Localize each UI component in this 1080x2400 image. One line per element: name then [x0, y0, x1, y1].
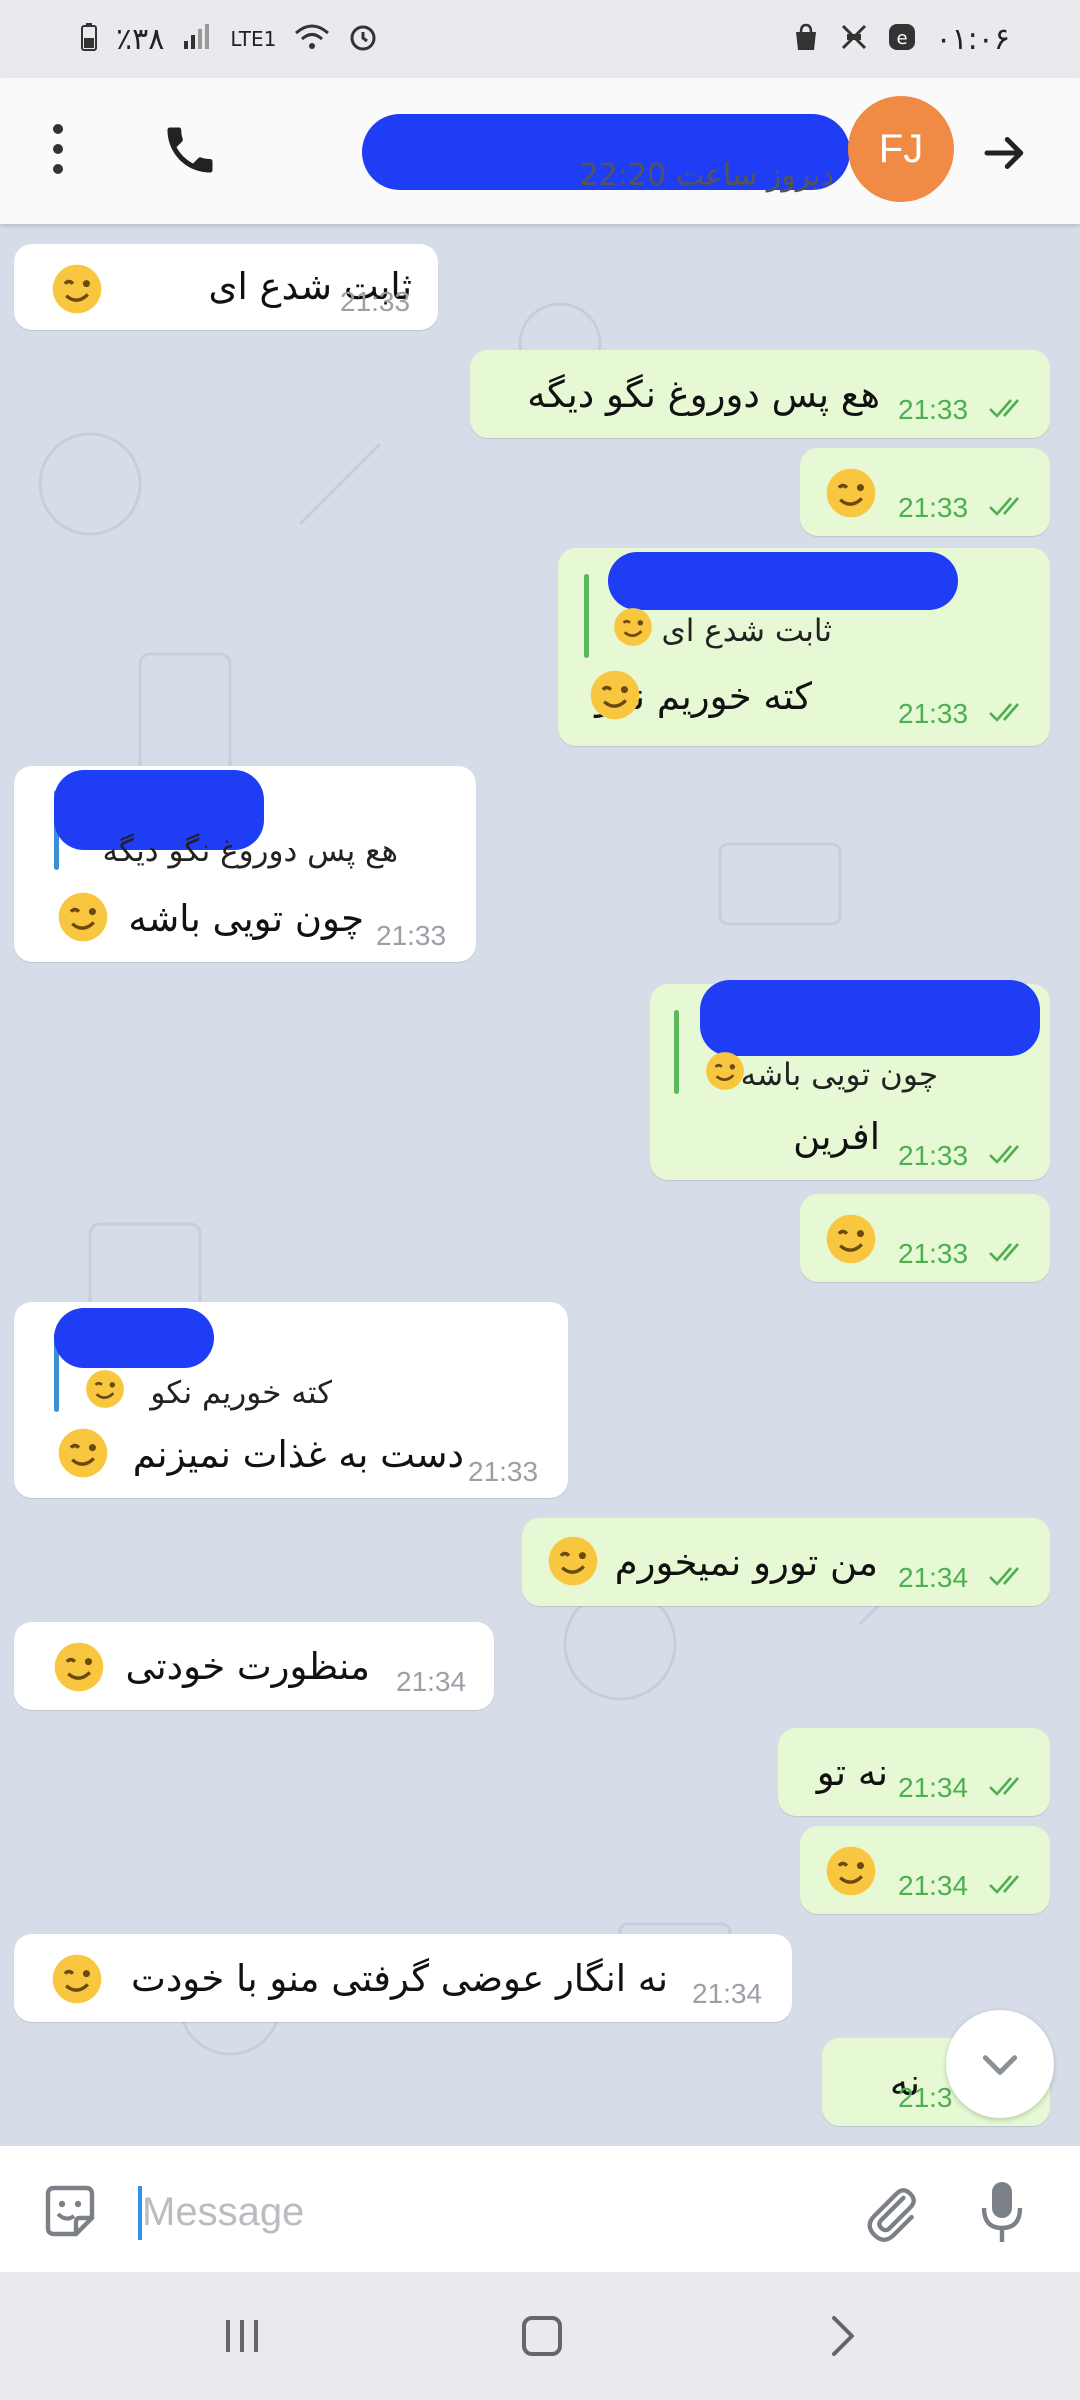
mic-icon[interactable] [980, 2178, 1024, 2246]
wink-emoji-icon [824, 466, 878, 520]
reply-quote-text: ثابت شدع ای [661, 613, 832, 649]
message-bubble-incoming[interactable]: هع پس دوروغ نگو دیگه چون تویی باشه 21:33 [14, 766, 476, 962]
wink-emoji-icon [50, 1952, 104, 2006]
signal-icon [182, 23, 212, 56]
message-bubble-incoming[interactable]: منظورت خودتی 21:34 [14, 1622, 494, 1710]
scroll-to-bottom-button[interactable] [946, 2010, 1054, 2118]
attach-icon[interactable] [858, 2180, 924, 2246]
message-text: نه انگار عوضی گرفتی منو با خودت [131, 1957, 668, 2000]
message-text: من تورو نمیخورم [614, 1541, 878, 1584]
reply-sender-redacted [700, 980, 1040, 1056]
status-clock: ۰۱:۰۶ [935, 21, 1010, 57]
wink-emoji-icon [612, 606, 654, 648]
message-text: هع پس دوروغ نگو دیگه [527, 373, 880, 416]
message-time: 21:33 [898, 1140, 969, 1171]
system-navigation-bar [0, 2272, 1080, 2400]
reply-sender-redacted [608, 552, 958, 610]
message-bubble-outgoing[interactable]: ثابت شدع ای کته خوریم نکو 21:33 [558, 548, 1050, 746]
arrow-forward-icon[interactable] [978, 126, 1032, 180]
notification-app-icon [839, 22, 869, 57]
message-bubble-outgoing[interactable]: چون تویی باشه افرین 21:33 [650, 980, 1050, 1180]
message-time: 21:33 [468, 1456, 539, 1487]
wink-emoji-icon [56, 1426, 110, 1480]
double-check-icon [989, 497, 1019, 516]
double-check-icon [989, 1567, 1019, 1586]
battery-percent: ٪۳۸ [116, 21, 165, 57]
message-time: 21:33 [340, 286, 411, 317]
double-check-icon [989, 1777, 1019, 1796]
message-bubble-incoming[interactable]: ثابت شدع ای 21:33 [14, 244, 438, 330]
chat-message-list[interactable]: ثابت شدع ای 21:33 هع پس دوروغ نگو دیگه 2… [0, 224, 1080, 2146]
message-bubble-outgoing[interactable]: هع پس دوروغ نگو دیگه 21:33 [470, 350, 1050, 438]
sticker-icon[interactable] [36, 2178, 104, 2246]
double-check-icon [989, 703, 1019, 722]
message-text: چون تویی باشه [128, 897, 364, 940]
message-time: 21:34 [396, 1666, 467, 1697]
double-check-icon [989, 1145, 1019, 1164]
reply-sender-redacted [54, 1308, 214, 1368]
reply-quote-bar [674, 1010, 679, 1094]
message-text: دست به غذات نمیزنم [132, 1433, 464, 1476]
reply-quote-text: چون تویی باشه [740, 1057, 938, 1093]
double-check-icon [989, 1875, 1019, 1894]
wink-emoji-icon [84, 1368, 126, 1410]
battery-icon [80, 22, 98, 57]
message-time: 21:34 [692, 1978, 763, 2009]
message-composer [0, 2146, 1080, 2272]
reply-quote-bar [584, 574, 589, 658]
contact-avatar[interactable]: FJ [848, 96, 954, 202]
wink-emoji-icon [52, 1640, 106, 1694]
status-right: e ۰۱:۰۶ [791, 22, 1010, 57]
message-text: منظورت خودتی [125, 1645, 370, 1688]
message-bubble-incoming[interactable]: نه انگار عوضی گرفتی منو با خودت 21:34 [14, 1934, 792, 2022]
wink-emoji-icon [56, 890, 110, 944]
chevron-down-icon [982, 2055, 1018, 2075]
alarm-icon [348, 22, 378, 57]
double-check-icon [989, 399, 1019, 418]
message-time: 21:3 [898, 2082, 953, 2113]
app-e-icon: e [887, 22, 917, 57]
message-input[interactable] [140, 2178, 834, 2246]
message-bubble-outgoing[interactable]: نه تو 21:34 [778, 1728, 1050, 1816]
shopping-bag-icon [791, 22, 821, 57]
message-time: 21:34 [898, 1772, 969, 1803]
phone-icon[interactable] [160, 120, 220, 180]
recent-apps-icon[interactable] [222, 2316, 262, 2356]
wink-emoji-icon [546, 1534, 600, 1588]
wink-emoji-icon [704, 1050, 746, 1092]
message-time: 21:33 [898, 698, 969, 729]
message-time: 21:34 [898, 1562, 969, 1593]
status-left: ٪۳۸ LTE1 [80, 22, 378, 57]
message-time: 21:34 [898, 1870, 969, 1901]
message-bubble-outgoing[interactable]: 21:33 [800, 448, 1050, 536]
message-bubble-outgoing[interactable]: من تورو نمیخورم 21:34 [522, 1518, 1050, 1606]
reply-quote-text: کته خوریم نکو [150, 1375, 332, 1411]
network-type: LTE1 [230, 27, 277, 51]
message-time: 21:33 [898, 394, 969, 425]
message-bubble-incoming[interactable]: کته خوریم نکو دست به غذات نمیزنم 21:33 [14, 1302, 568, 1498]
more-vertical-icon[interactable] [46, 124, 70, 180]
double-check-icon [989, 1243, 1019, 1262]
wifi-icon [294, 23, 330, 56]
last-seen-status: دیروز ساعت 22:20 [579, 158, 834, 193]
message-time: 21:33 [898, 1238, 969, 1269]
message-time: 21:33 [376, 920, 447, 951]
message-bubble-outgoing[interactable]: 21:34 [800, 1826, 1050, 1914]
message-text: نه تو [816, 1751, 888, 1794]
reply-quote-text: هع پس دوروغ نگو دیگه [102, 833, 398, 869]
wink-emoji-icon [824, 1844, 878, 1898]
message-bubble-outgoing[interactable]: 21:33 [800, 1194, 1050, 1282]
home-icon[interactable] [522, 2316, 562, 2356]
wink-emoji-icon [50, 262, 104, 316]
message-time: 21:33 [898, 492, 969, 523]
wink-emoji-icon [824, 1212, 878, 1266]
svg-text:e: e [897, 28, 908, 49]
nav-back-icon[interactable] [828, 2314, 858, 2358]
wink-emoji-icon [588, 668, 642, 722]
status-bar: ٪۳۸ LTE1 e ۰۱:۰۶ [0, 0, 1080, 78]
chat-header: دیروز ساعت 22:20 FJ [0, 78, 1080, 224]
message-text: افرین [793, 1115, 880, 1158]
